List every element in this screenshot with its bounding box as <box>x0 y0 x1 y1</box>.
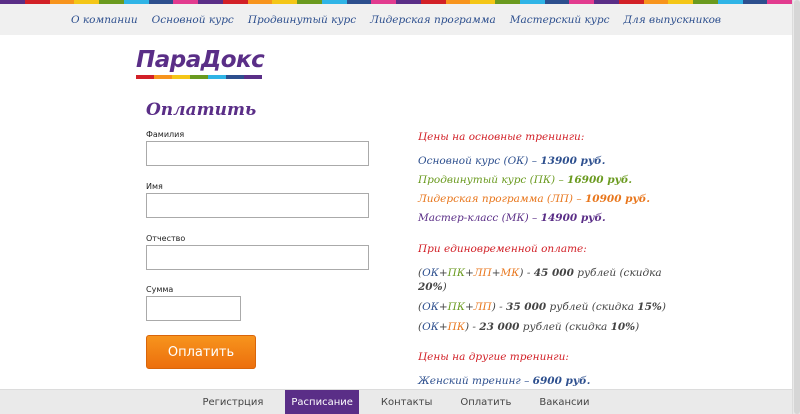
bundle-discount: 15% <box>637 301 662 313</box>
heading-main-prices: Цены на основные тренинги: <box>418 131 585 143</box>
price-item-master: Мастер-класс (МК) – 14900 руб. <box>418 211 606 225</box>
bundle-price: 35 000 <box>506 301 547 313</box>
logo-bar-segment <box>172 75 190 79</box>
heading-bundle-prices: При единовременной оплате: <box>418 243 587 255</box>
page-content: ПараДокс Оплатить Фамилия Имя Отчество С… <box>0 35 792 389</box>
nav-item-master-course[interactable]: Мастерский курс <box>503 14 617 26</box>
logo[interactable]: ПараДокс <box>136 47 265 83</box>
logo-color-bar <box>136 75 262 79</box>
bundle-price: 23 000 <box>479 321 520 333</box>
price-value: 6900 руб. <box>532 375 591 387</box>
abbr-mk: МК <box>500 267 520 279</box>
bottom-nav-registration[interactable]: Регистрция <box>188 390 277 414</box>
bottom-nav-vacancies[interactable]: Вакансии <box>525 390 603 414</box>
logo-bar-segment <box>136 75 154 79</box>
surname-label: Фамилия <box>146 130 185 139</box>
price-name: Мастер-класс (МК) – <box>418 212 541 224</box>
price-item-basic: Основной курс (ОК) – 13900 руб. <box>418 154 605 168</box>
bottom-nav-pay[interactable]: Оплатить <box>446 390 525 414</box>
scrollbar-thumb[interactable] <box>794 0 800 414</box>
price-item-womens: Женский тренинг – 6900 руб. <box>418 374 590 388</box>
nav-item-leader-program[interactable]: Лидерская программа <box>363 14 503 26</box>
price-item-leader: Лидерская программа (ЛП) – 10900 руб. <box>418 192 650 206</box>
bundle-item-all: (ОК+ПК+ЛП+МК) - 45 000 рублей (скидка <box>418 267 662 279</box>
nav-item-advanced-course[interactable]: Продвинутый курс <box>241 14 363 26</box>
patronymic-field[interactable] <box>146 245 369 270</box>
bundle-text: рублей (скидка <box>519 321 611 333</box>
nav-item-graduates[interactable]: Для выпускников <box>616 14 728 26</box>
page-title: Оплатить <box>146 100 257 120</box>
patronymic-label: Отчество <box>146 234 186 243</box>
price-value: 16900 руб. <box>567 174 633 186</box>
bundle-text: рублей (скидка <box>573 267 662 279</box>
bundle-discount: 20% <box>418 281 443 293</box>
pay-button[interactable]: Оплатить <box>146 335 256 369</box>
bottom-navigation: Регистрция Расписание Контакты Оплатить … <box>0 389 792 414</box>
abbr-lp: ЛП <box>473 301 492 313</box>
bundle-item-two: (ОК+ПК) - 23 000 рублей (скидка 10%) <box>418 321 640 333</box>
abbr-ok: ОК <box>422 301 439 313</box>
abbr-pk: ПК <box>447 301 465 313</box>
price-name: Лидерская программа (ЛП) – <box>418 193 585 205</box>
bundle-item-all-discount: 20%) <box>418 281 447 293</box>
logo-bar-segment <box>244 75 262 79</box>
price-name: Основной курс (ОК) – <box>418 155 541 167</box>
vertical-scrollbar[interactable] <box>792 0 800 414</box>
price-name: Женский тренинг – <box>418 375 533 387</box>
abbr-ok: ОК <box>422 267 439 279</box>
logo-bar-segment <box>226 75 244 79</box>
price-value: 13900 руб. <box>540 155 606 167</box>
surname-field[interactable] <box>146 141 369 166</box>
name-field[interactable] <box>146 193 369 218</box>
bundle-price: 45 000 <box>533 267 574 279</box>
nav-item-basic-course[interactable]: Основной курс <box>145 14 241 26</box>
abbr-ok: ОК <box>422 321 439 333</box>
name-label: Имя <box>146 182 163 191</box>
abbr-pk: ПК <box>447 267 465 279</box>
top-navigation: О компании Основной курс Продвинутый кур… <box>0 4 792 35</box>
price-name: Продвинутый курс (ПК) – <box>418 174 568 186</box>
bottom-nav-schedule[interactable]: Расписание <box>285 390 359 414</box>
logo-bar-segment <box>208 75 226 79</box>
amount-label: Сумма <box>146 285 174 294</box>
amount-field[interactable] <box>146 296 241 321</box>
nav-item-about[interactable]: О компании <box>64 14 145 26</box>
price-item-advanced: Продвинутый курс (ПК) – 16900 руб. <box>418 173 632 187</box>
bundle-text: рублей (скидка <box>546 301 638 313</box>
price-value: 10900 руб. <box>584 193 651 205</box>
abbr-pk: ПК <box>447 321 465 333</box>
bundle-item-three: (ОК+ПК+ЛП) - 35 000 рублей (скидка 15%) <box>418 301 666 313</box>
price-value: 14900 руб. <box>540 212 606 224</box>
abbr-lp: ЛП <box>473 267 492 279</box>
logo-bar-segment <box>154 75 172 79</box>
heading-other-prices: Цены на другие тренинги: <box>418 351 569 363</box>
logo-text: ПараДокс <box>136 47 265 73</box>
bundle-discount: 10% <box>610 321 636 333</box>
logo-bar-segment <box>190 75 208 79</box>
bottom-nav-contacts[interactable]: Контакты <box>367 390 446 414</box>
